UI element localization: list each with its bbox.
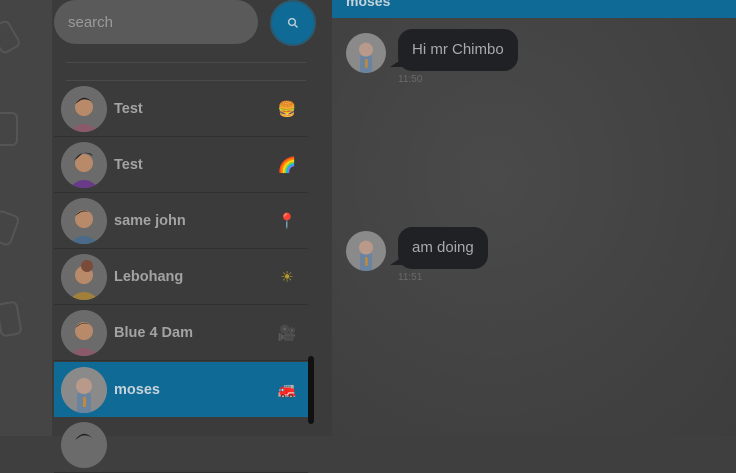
message-text: Hi mr Chimbo (412, 41, 504, 58)
avatar (61, 366, 107, 413)
avatar (61, 142, 107, 188)
background-doodles (0, 0, 52, 436)
avatar (61, 422, 107, 468)
divider (66, 80, 306, 81)
message-avatar (346, 231, 386, 271)
contact-item-lebohang[interactable]: Lebohang ☀ (54, 250, 308, 305)
search-input[interactable] (54, 0, 258, 44)
message-time: 11:50 (398, 74, 423, 85)
pushpin-emoji-icon: 📍 (277, 212, 297, 230)
avatar (61, 310, 107, 356)
message-time: 11:51 (398, 272, 423, 283)
contact-name: Lebohang (114, 269, 184, 285)
fire-engine-emoji-icon: 🚒 (277, 380, 297, 399)
hamburger-emoji-icon: 🍔 (277, 100, 297, 118)
video-camera-emoji-icon: 🎥 (277, 324, 297, 342)
contact-name: same john (114, 213, 186, 229)
divider (66, 62, 306, 63)
sun-emoji-icon: ☀ (280, 268, 294, 286)
contact-name: Test (114, 101, 143, 117)
contact-item-test[interactable]: Test 🍔 (54, 82, 308, 137)
contact-item-partial[interactable] (54, 418, 308, 473)
message-bubble: am doing (390, 227, 488, 269)
message-avatar (346, 33, 386, 73)
avatar (61, 198, 107, 244)
search-button[interactable] (270, 0, 316, 46)
message-bubble: Hi mr Chimbo (390, 29, 518, 71)
avatar (61, 254, 107, 300)
contact-name: Blue 4 Dam (114, 325, 193, 341)
chat-header: moses (332, 0, 736, 18)
chat-panel: moses Hi mr Chimbo 11:50 am doing 11:51 (332, 0, 736, 436)
contact-item-same-john[interactable]: same john 📍 (54, 194, 308, 249)
search-icon (287, 17, 299, 29)
contact-name: moses (114, 381, 160, 398)
contact-item-blue-4-dam[interactable]: Blue 4 Dam 🎥 (54, 306, 308, 361)
chat-title: moses (346, 0, 391, 9)
contacts-panel: Test 🍔 Test 🌈 same john 📍 (52, 0, 332, 473)
message-text: am doing (412, 239, 474, 256)
contact-item-moses[interactable]: moses 🚒 (54, 362, 308, 417)
contacts-scrollbar[interactable] (308, 356, 314, 424)
contact-item-test[interactable]: Test 🌈 (54, 138, 308, 193)
contact-name: Test (114, 157, 143, 173)
rainbow-emoji-icon: 🌈 (277, 156, 297, 174)
avatar (61, 86, 107, 132)
